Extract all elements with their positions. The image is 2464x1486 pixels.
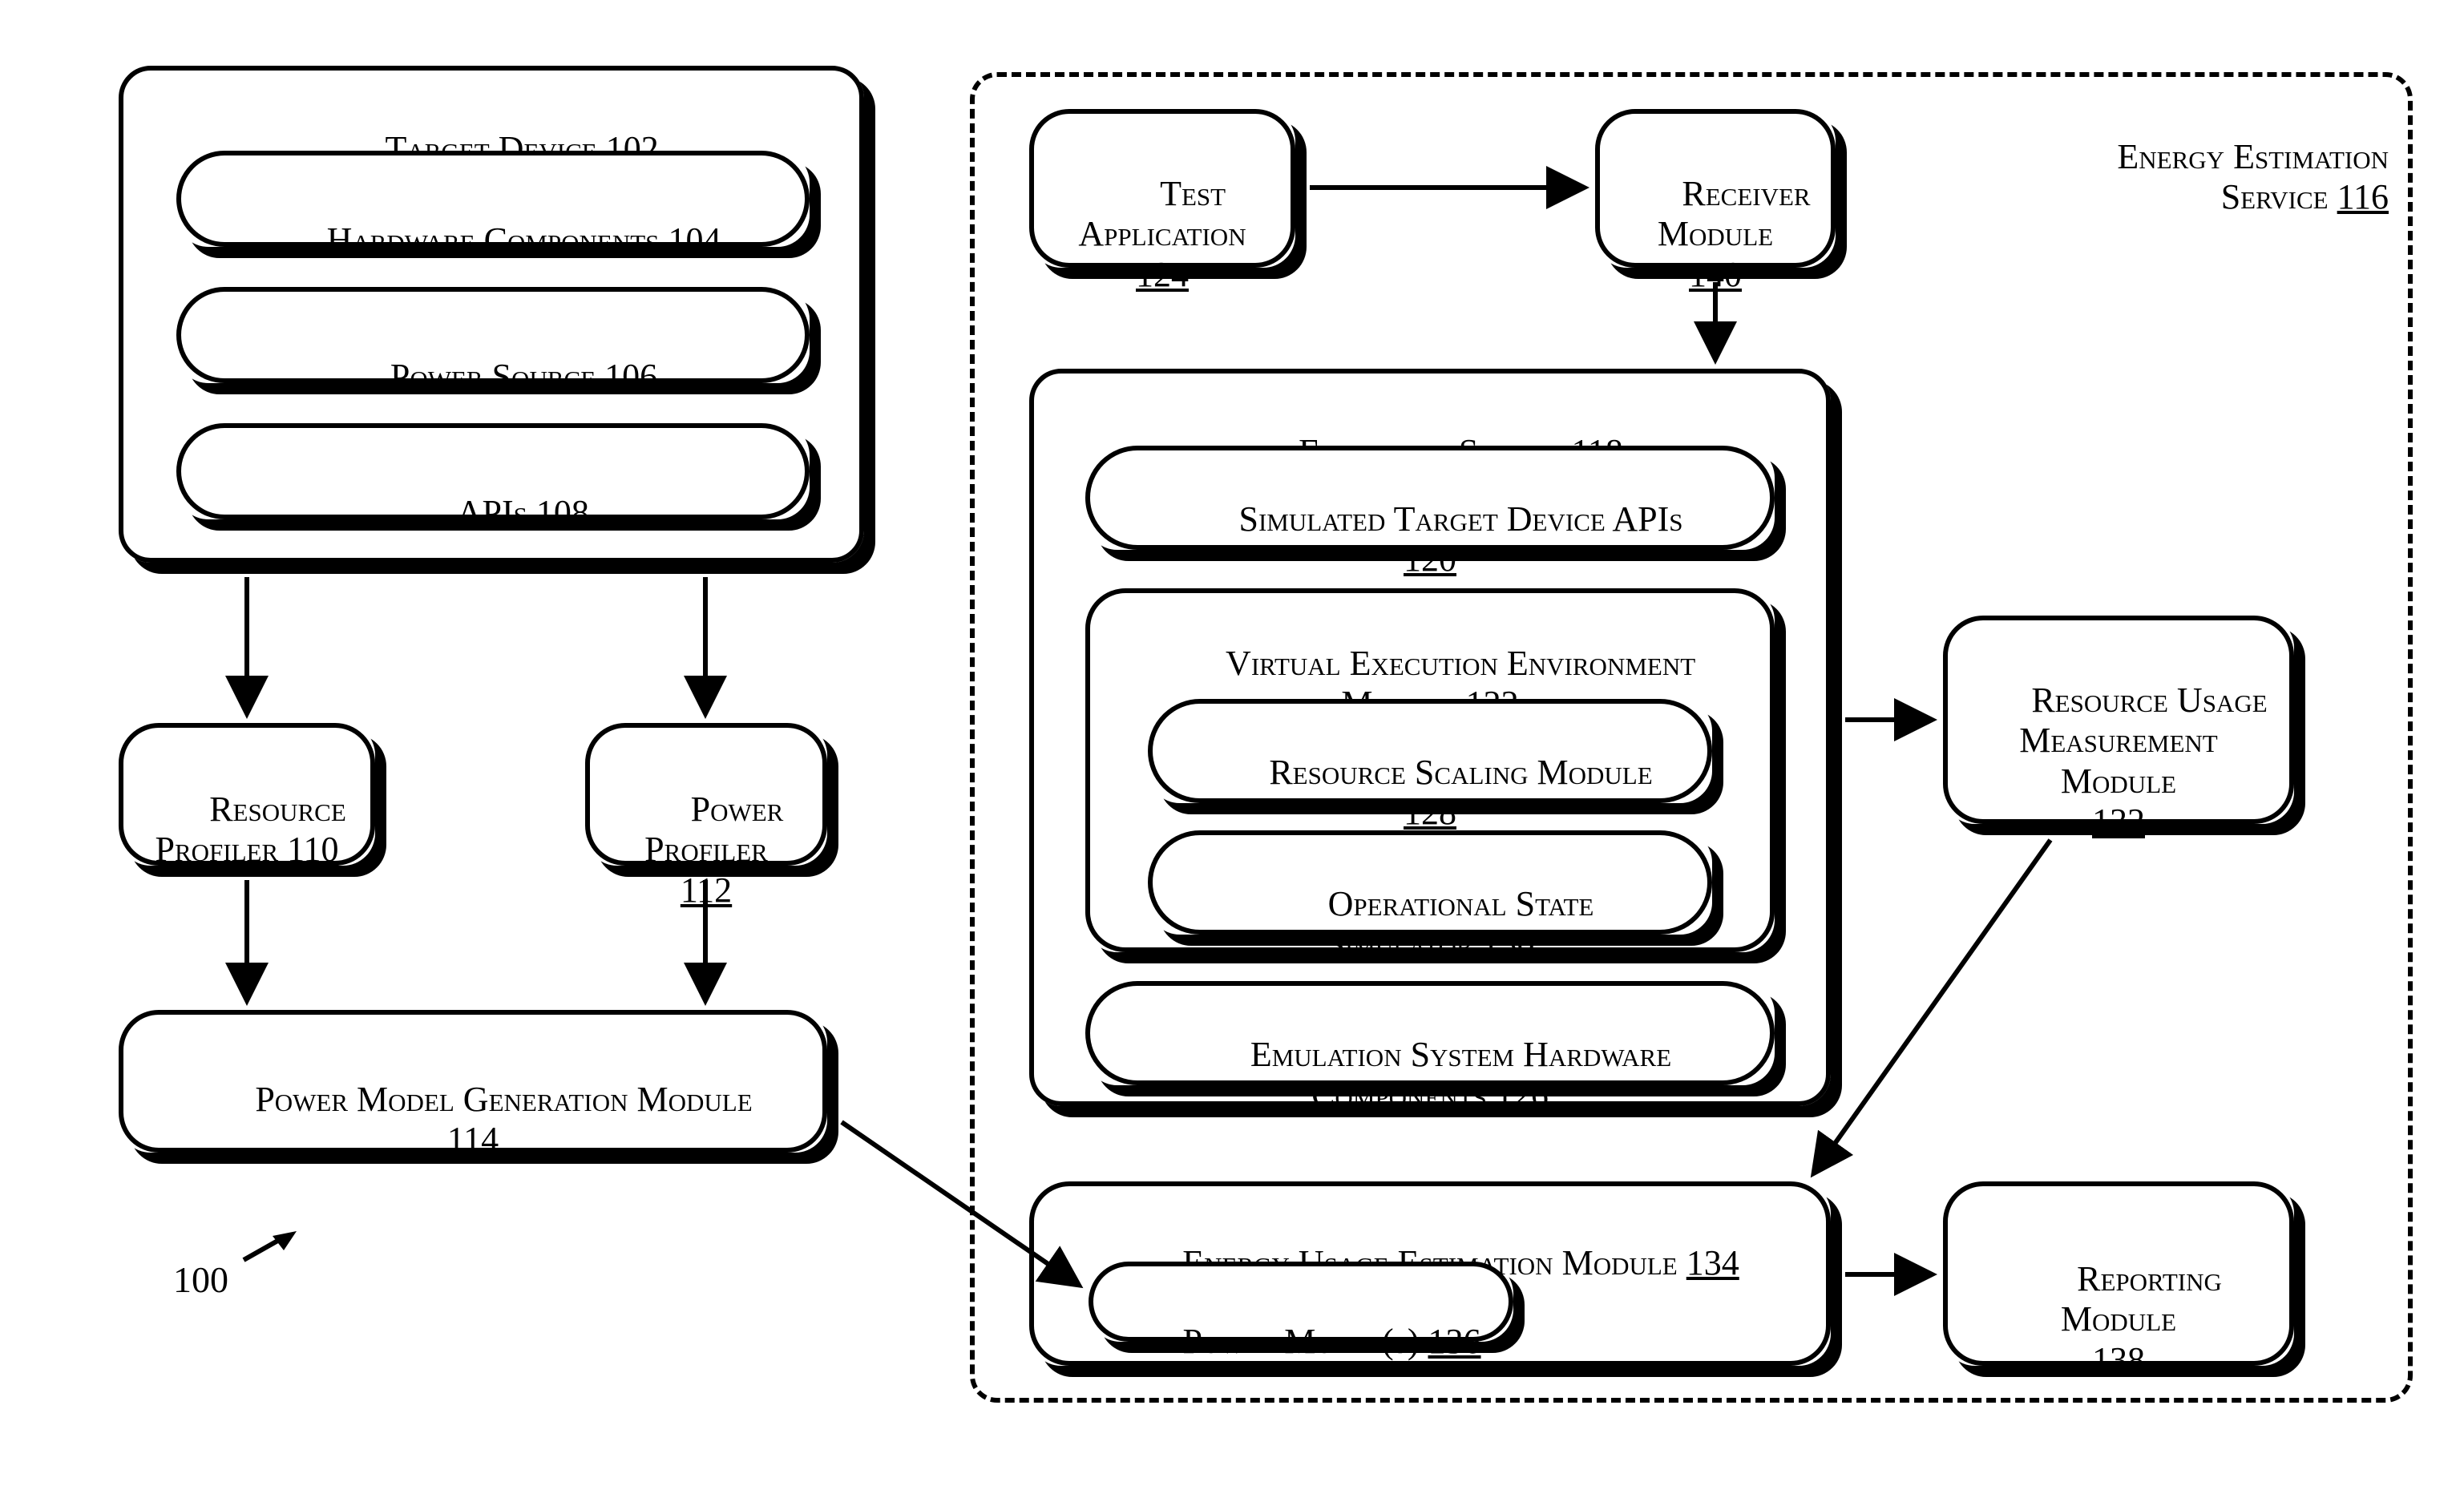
receiver-module-label: Receiver Module 140 <box>1595 133 1836 336</box>
diagram-canvas: Energy Estimation Service 116 Target Dev… <box>0 0 2464 1486</box>
reporting-module-label: Reporting Module 138 <box>1943 1218 2294 1421</box>
test-application-label: Test Application 124 <box>1029 133 1295 336</box>
hardware-components-label: Hardware Components 104 <box>176 180 810 301</box>
energy-estimation-service-title: Energy Estimation Service 116 <box>2036 96 2389 258</box>
power-models-label: Power Model(s) 136 <box>1089 1281 1513 1403</box>
apis-label: APIs 108 <box>176 452 810 574</box>
figure-number: 100 <box>173 1258 228 1301</box>
figure-number-arrow-icon <box>240 1231 297 1263</box>
emu-hw-components-label: Emulation System Hardware Components 126 <box>1085 994 1775 1156</box>
power-profiler-label: Power Profiler 112 <box>585 749 827 951</box>
power-model-generation-label: Power Model Generation Module 114 <box>119 1039 827 1201</box>
resource-usage-measurement-label: Resource Usage Measurement Module 132 <box>1943 640 2294 883</box>
resource-profiler-label: Resource Profiler 110 <box>119 749 375 911</box>
power-source-label: Power Source 106 <box>176 316 810 438</box>
